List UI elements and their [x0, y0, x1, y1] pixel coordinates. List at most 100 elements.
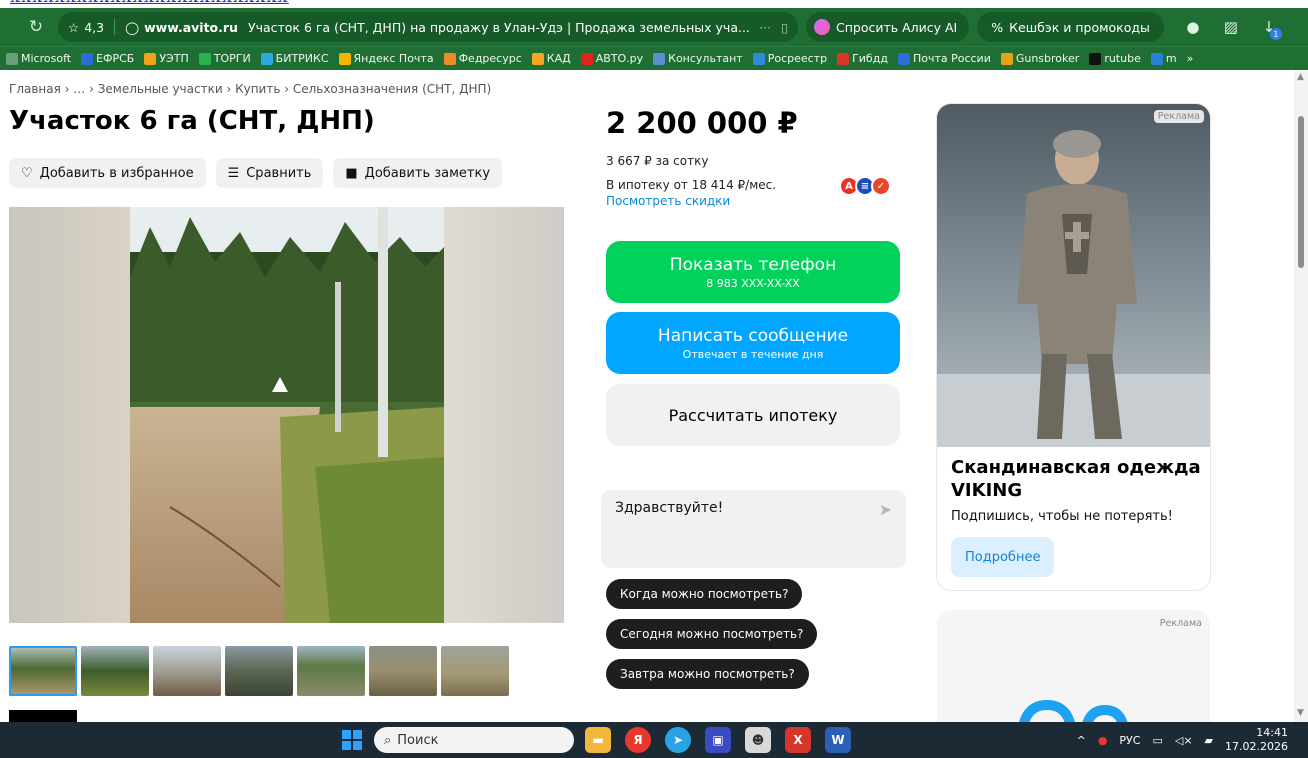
bookmark-item[interactable]: Консультант [653, 52, 743, 65]
page-title: Участок 6 га (СНТ, ДНП) [9, 106, 375, 136]
quick-reply-chip[interactable]: Сегодня можно посмотреть? [606, 619, 818, 649]
bookmark-item[interactable]: Microsoft [6, 52, 71, 65]
windows-start-icon[interactable] [342, 730, 362, 750]
app-icon[interactable]: ☻ [745, 727, 771, 753]
bookmark-item[interactable]: ЕФРСБ [81, 52, 134, 65]
chat-message-box[interactable]: Здравствуйте! ➤ [601, 490, 906, 568]
scroll-up-icon[interactable]: ▲ [1297, 72, 1304, 82]
write-message-button[interactable]: Написать сообщение Отвечает в течение дн… [606, 312, 900, 374]
bookmarks-more-icon[interactable]: » [1187, 52, 1194, 65]
browser-toolbar: ↻ ☆ 4,3 ◯ www.avito.ru Участок 6 га (СНТ… [0, 8, 1308, 46]
ad-card[interactable]: Реклама Скандинавская одежда VIKING Подп… [937, 104, 1210, 590]
ad-more-button[interactable]: Подробнее [951, 537, 1055, 577]
bank-icons[interactable]: A ≡ ✓ [839, 176, 891, 196]
reload-icon[interactable]: ↻ [22, 13, 50, 41]
bookmark-item[interactable]: Росреестр [752, 52, 828, 65]
bookmark-item[interactable]: КАД [531, 52, 571, 65]
app-icon[interactable]: ▣ [705, 727, 731, 753]
bookmark-item[interactable]: Яндекс Почта [338, 52, 434, 65]
clock[interactable]: 14:41 17.02.2026 [1225, 726, 1288, 754]
thumbnail[interactable] [153, 646, 221, 696]
bookmark-label: Microsoft [21, 52, 72, 65]
bookmark-item[interactable]: rutube [1089, 52, 1141, 65]
bookmark-label: Росреестр [767, 52, 828, 65]
calc-mortgage-button[interactable]: Рассчитать ипотеку [606, 384, 900, 446]
bookmark-item[interactable]: ТОРГИ [198, 52, 251, 65]
thumbnail[interactable] [441, 646, 509, 696]
compare-button[interactable]: ☰ Сравнить [215, 158, 324, 188]
bookmark-favicon-icon [81, 52, 94, 65]
land-photo[interactable] [130, 207, 444, 623]
thumbnail[interactable] [225, 646, 293, 696]
thumbnail[interactable] [9, 646, 77, 696]
bookmark-icon[interactable]: ▯ [781, 20, 788, 35]
quick-reply-chip[interactable]: Когда можно посмотреть? [606, 579, 803, 609]
bookmark-favicon-icon [580, 52, 593, 65]
star-icon: ☆ [68, 19, 80, 35]
bookmark-item[interactable]: Почта России [897, 52, 991, 65]
chat-input[interactable]: Здравствуйте! [615, 500, 723, 516]
bookmark-favicon-icon [144, 52, 157, 65]
ad-title[interactable]: Скандинавская одежда VIKING [951, 456, 1201, 502]
send-icon[interactable]: ➤ [879, 500, 892, 519]
site-rating[interactable]: ☆ 4,3 [68, 20, 104, 35]
ad-card-second[interactable]: Реклама [937, 610, 1210, 722]
bookmark-item[interactable]: Gunsbroker [1000, 52, 1079, 65]
page-scrollbar[interactable]: ▲ ▼ [1294, 70, 1308, 722]
bookmark-item[interactable]: БИТРИКС [260, 52, 329, 65]
listing-page: Главная › … › Земельные участки › Купить… [0, 70, 1294, 722]
discounts-link[interactable]: Посмотреть скидки [606, 194, 730, 208]
bookmark-item[interactable]: m [1150, 52, 1177, 65]
add-note-button[interactable]: ■ Добавить заметку [333, 158, 503, 188]
scroll-thumb[interactable] [1298, 116, 1304, 268]
battery-icon[interactable]: ▰ [1205, 734, 1213, 747]
address-bar[interactable]: ☆ 4,3 ◯ www.avito.ru Участок 6 га (СНТ, … [58, 12, 798, 42]
thumbnail[interactable] [369, 646, 437, 696]
bookmark-favicon-icon [338, 52, 351, 65]
show-phone-button[interactable]: Показать телефон 8 983 XXX-XX-XX [606, 241, 900, 303]
alisa-icon [814, 19, 830, 35]
bookmark-favicon-icon [6, 52, 18, 65]
translate-icon[interactable]: ▨ [1218, 14, 1244, 40]
divider [114, 19, 116, 35]
tray-app-icon[interactable]: ● [1098, 734, 1108, 747]
ask-alisa-button[interactable]: Спросить Алису AI [806, 12, 970, 42]
system-tray: ^ ● РУС ▭ ◁× ▰ 14:41 17.02.2026 [1077, 726, 1288, 754]
bookmark-label: Яндекс Почта [353, 52, 434, 65]
bookmark-item[interactable]: УЭТП [144, 52, 189, 65]
cashback-button[interactable]: % Кешбэк и промокоды [977, 12, 1164, 42]
bookmark-label: m [1165, 52, 1177, 65]
ad-image[interactable] [937, 104, 1210, 447]
bookmark-item[interactable]: Федресурс [443, 52, 522, 65]
more-icon[interactable]: ··· [759, 20, 771, 35]
thumbnail[interactable] [297, 646, 365, 696]
bookmark-favicon-icon [443, 52, 456, 65]
scroll-down-icon[interactable]: ▼ [1297, 708, 1304, 718]
quick-reply-chip[interactable]: Завтра можно посмотреть? [606, 659, 809, 689]
add-favorite-button[interactable]: ♡ Добавить в избранное [9, 158, 206, 188]
bookmark-label: БИТРИКС [275, 52, 329, 65]
bookmark-item[interactable]: АВТО.ру [580, 52, 644, 65]
download-icon[interactable]: ↓ 1 [1256, 14, 1282, 40]
app-icon[interactable]: X [785, 727, 811, 753]
telegram-icon[interactable]: ➤ [665, 727, 691, 753]
bookmark-label: АВТО.ру [595, 52, 644, 65]
bookmark-label: Консультант [668, 52, 743, 65]
chevron-up-icon[interactable]: ^ [1077, 734, 1086, 747]
file-explorer-icon[interactable]: ▬ [585, 727, 611, 753]
volume-icon[interactable]: ◁× [1175, 734, 1193, 747]
yandex-browser-icon[interactable]: Я [625, 727, 651, 753]
network-icon[interactable]: ▭ [1152, 734, 1162, 747]
price: 2 200 000 ₽ [606, 106, 798, 140]
main-photo[interactable] [9, 207, 564, 623]
extension-icon[interactable]: ● [1180, 14, 1206, 40]
page-tab-title: Участок 6 га (СНТ, ДНП) на продажу в Ула… [247, 19, 750, 35]
taskbar-search[interactable]: ⌕ Поиск [374, 727, 574, 753]
thumbnail[interactable] [81, 646, 149, 696]
word-icon[interactable]: W [825, 727, 851, 753]
breadcrumb[interactable]: Главная › … › Земельные участки › Купить… [9, 82, 491, 96]
site-domain[interactable]: ◯ www.avito.ru [125, 20, 238, 35]
input-language[interactable]: РУС [1119, 734, 1140, 747]
bookmark-item[interactable]: Гибдд [837, 52, 888, 65]
ad-badge: Реклама [1153, 110, 1204, 123]
